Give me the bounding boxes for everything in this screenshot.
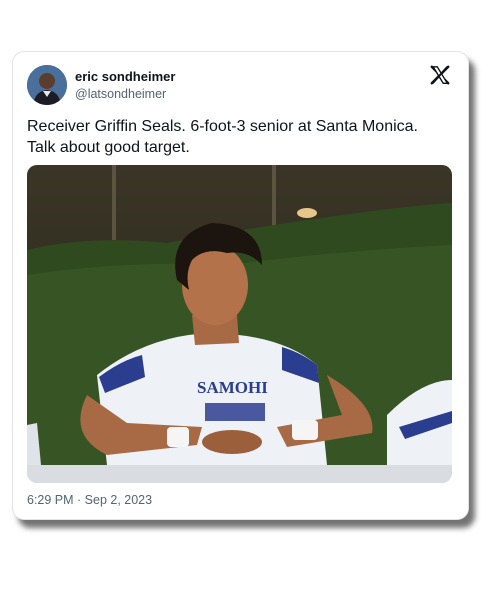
x-logo-icon[interactable] — [429, 64, 451, 86]
author-name[interactable]: eric sondheimer — [75, 69, 175, 84]
avatar-photo — [27, 65, 67, 105]
tweet-photo[interactable]: SAMOHI — [27, 165, 452, 483]
tweet-text: Receiver Griffin Seals. 6-foot-3 senior … — [27, 118, 418, 156]
tweet-timestamp[interactable]: 6:29 PM · Sep 2, 2023 — [27, 493, 152, 507]
jersey-text: SAMOHI — [197, 378, 268, 397]
author-avatar[interactable] — [27, 65, 67, 105]
author-handle[interactable]: @latsondheimer — [75, 87, 166, 101]
tweet-card: eric sondheimer @latsondheimer Receiver … — [12, 51, 469, 520]
player-photo: SAMOHI — [27, 165, 452, 483]
